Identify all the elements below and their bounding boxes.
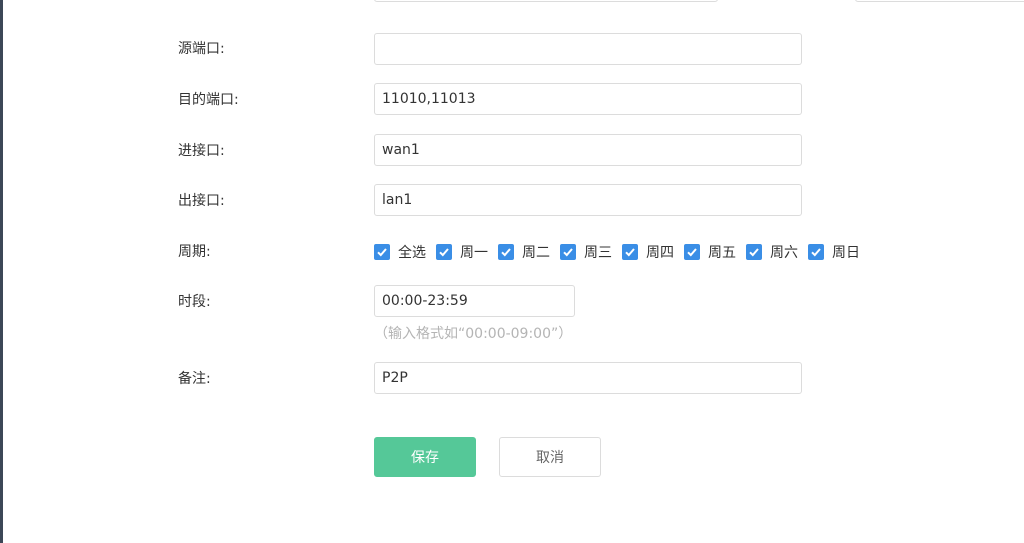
checkbox-tuesday[interactable]: 周二 [498, 242, 550, 262]
checkbox-friday[interactable]: 周五 [684, 242, 736, 262]
remark-label: 备注: [178, 371, 211, 387]
checkbox-label: 周一 [460, 245, 488, 261]
checkbox-label: 周四 [646, 245, 674, 261]
out-interface-input[interactable]: lan1 [374, 184, 802, 216]
remark-input[interactable]: P2P [374, 362, 802, 394]
in-interface-label: 进接口: [178, 143, 225, 159]
source-port-input[interactable] [374, 33, 802, 65]
checkbox-checked-icon[interactable] [808, 244, 824, 260]
checkbox-sunday[interactable]: 周日 [808, 242, 860, 262]
period-checkbox-group: 全选 周一 周二 周三 周四 周五 周六 周日 [374, 242, 870, 262]
time-range-input[interactable]: 00:00-23:59 [374, 285, 575, 317]
checkbox-label: 全选 [398, 245, 426, 261]
checkbox-checked-icon[interactable] [684, 244, 700, 260]
out-interface-label: 出接口: [178, 193, 225, 209]
save-button[interactable]: 保存 [374, 437, 476, 477]
checkbox-saturday[interactable]: 周六 [746, 242, 798, 262]
checkbox-label: 周五 [708, 245, 736, 261]
checkbox-monday[interactable]: 周一 [436, 242, 488, 262]
checkbox-label: 周二 [522, 245, 550, 261]
checkbox-label: 周三 [584, 245, 612, 261]
checkbox-checked-icon[interactable] [622, 244, 638, 260]
period-label: 周期: [178, 244, 211, 260]
checkbox-wednesday[interactable]: 周三 [560, 242, 612, 262]
in-interface-input[interactable]: wan1 [374, 134, 802, 166]
dest-port-input[interactable]: 11010,11013 [374, 83, 802, 115]
previous-field-input[interactable] [374, 0, 718, 2]
checkbox-select-all[interactable]: 全选 [374, 242, 426, 262]
time-range-label: 时段: [178, 294, 211, 310]
sidebar-edge [0, 0, 3, 543]
checkbox-label: 周日 [832, 245, 860, 261]
dest-port-label: 目的端口: [178, 92, 239, 108]
checkbox-checked-icon[interactable] [560, 244, 576, 260]
checkbox-checked-icon[interactable] [498, 244, 514, 260]
previous-field-input-right[interactable] [855, 0, 1024, 2]
cancel-button[interactable]: 取消 [499, 437, 601, 477]
checkbox-thursday[interactable]: 周四 [622, 242, 674, 262]
checkbox-checked-icon[interactable] [746, 244, 762, 260]
source-port-label: 源端口: [178, 41, 225, 57]
checkbox-checked-icon[interactable] [436, 244, 452, 260]
time-range-hint: （输入格式如“00:00-09:00”） [374, 326, 573, 342]
checkbox-checked-icon[interactable] [374, 244, 390, 260]
checkbox-label: 周六 [770, 245, 798, 261]
